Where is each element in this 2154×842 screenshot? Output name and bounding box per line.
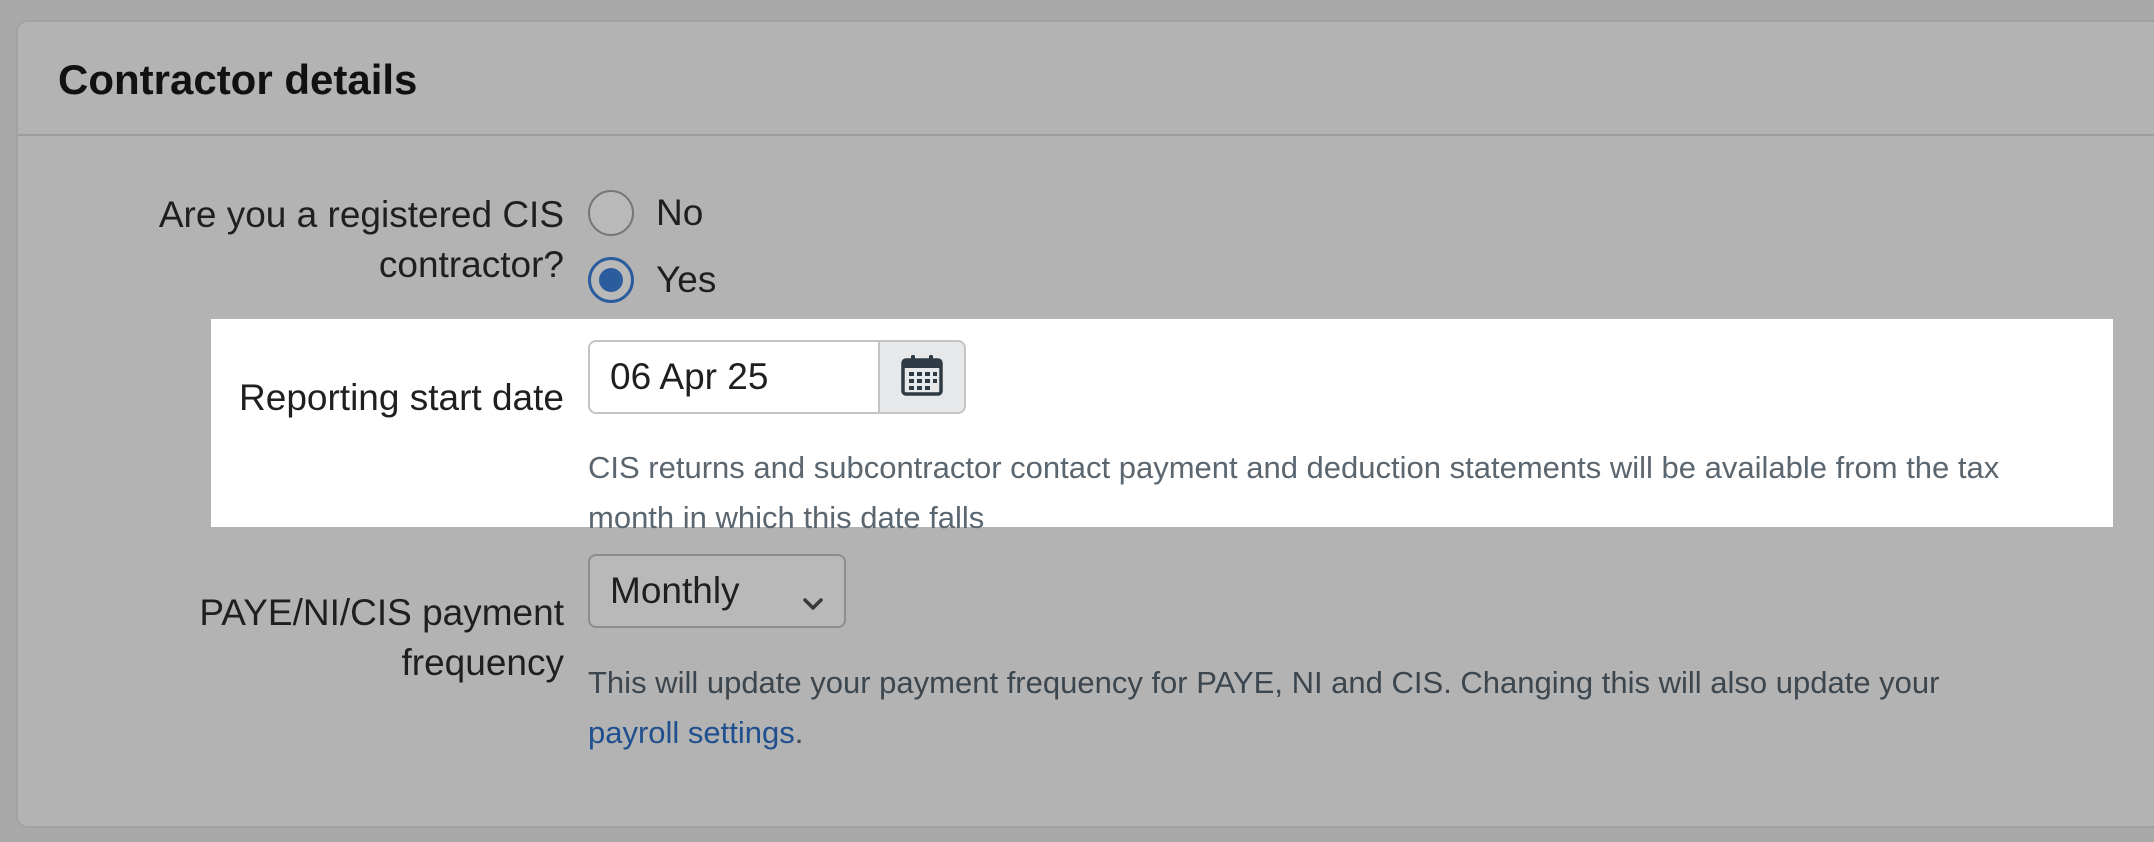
radio-option-yes[interactable]: Yes xyxy=(588,255,716,305)
reporting-start-label: Reporting start date xyxy=(239,377,564,418)
cis-contractor-label: Are you a registered CIS contractor? xyxy=(159,190,564,290)
cis-contractor-label-line1: Are you a registered CIS xyxy=(158,194,564,235)
payroll-settings-link[interactable]: payroll settings xyxy=(588,715,795,750)
reporting-start-date-input[interactable] xyxy=(588,340,878,414)
payment-frequency-help: This will update your payment frequency … xyxy=(588,658,1939,758)
card-title: Contractor details xyxy=(58,56,418,103)
radio-option-no[interactable]: No xyxy=(588,188,703,238)
reporting-start-help-line2: month in which this date falls xyxy=(588,500,985,535)
payment-frequency-label-line1: PAYE/NI/CIS payment xyxy=(199,592,564,633)
payment-frequency-select[interactable]: Monthly xyxy=(588,554,846,628)
payment-frequency-help-line1: This will update your payment frequency … xyxy=(588,665,1940,700)
payment-frequency-value: Monthly xyxy=(610,570,740,611)
radio-no-label[interactable]: No xyxy=(656,192,703,234)
reporting-start-help-line1: CIS returns and subcontractor contact pa… xyxy=(588,450,2000,485)
cis-contractor-label-line2: contractor? xyxy=(378,244,564,285)
payment-frequency-help-line2: payroll settings. xyxy=(588,708,1939,758)
chevron-down-icon xyxy=(802,581,824,623)
date-picker-button[interactable] xyxy=(878,340,966,414)
radio-yes[interactable] xyxy=(588,257,634,303)
calendar-icon xyxy=(900,353,944,402)
payment-frequency-label: PAYE/NI/CIS payment frequency xyxy=(199,588,564,688)
payment-frequency-label-line2: frequency xyxy=(401,642,565,683)
radio-no[interactable] xyxy=(588,190,634,236)
radio-yes-label[interactable]: Yes xyxy=(656,259,716,301)
help-suffix: . xyxy=(794,715,804,750)
card-header: Contractor details xyxy=(18,22,2154,136)
reporting-start-help: CIS returns and subcontractor contact pa… xyxy=(588,443,1999,543)
